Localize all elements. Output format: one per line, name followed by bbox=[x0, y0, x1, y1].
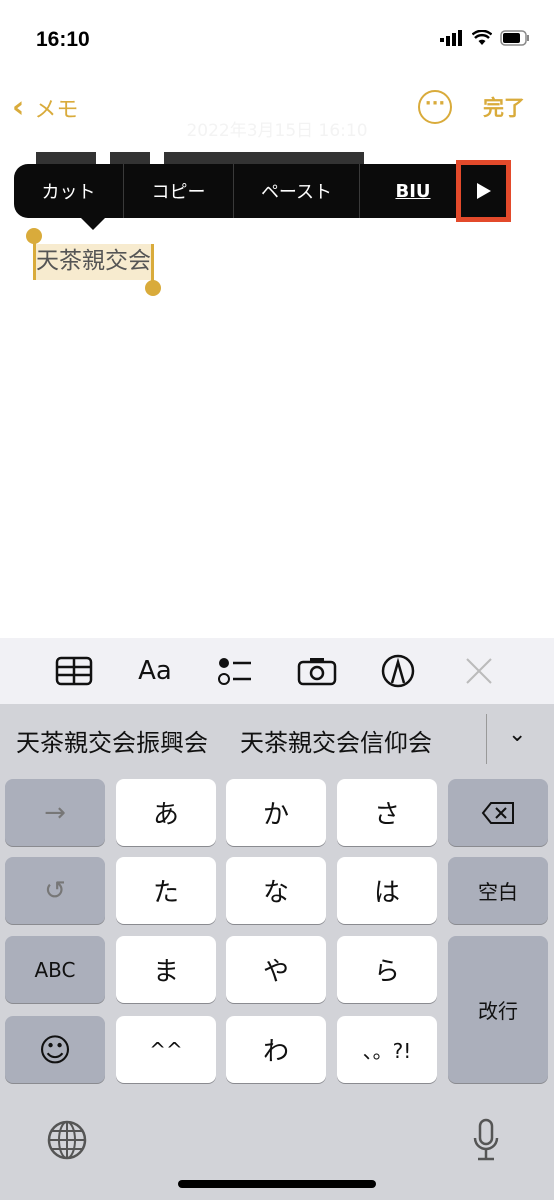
table-icon[interactable] bbox=[54, 651, 94, 691]
home-indicator[interactable] bbox=[178, 1180, 376, 1188]
paste-menu-item[interactable]: ペースト bbox=[234, 164, 360, 218]
backspace-icon bbox=[481, 801, 514, 824]
candidate-item[interactable]: 天茶親交会信仰会 bbox=[240, 723, 432, 758]
checklist-icon[interactable] bbox=[216, 651, 256, 691]
backspace-key[interactable] bbox=[448, 779, 548, 846]
edit-menu: カット コピー ペースト BIU bbox=[14, 164, 466, 218]
notes-toolbar: Aa bbox=[0, 638, 554, 704]
key-sa[interactable]: さ bbox=[337, 779, 437, 846]
selected-text[interactable]: 天茶親交会 bbox=[34, 244, 153, 280]
space-key[interactable]: 空白 bbox=[448, 857, 548, 924]
microphone-icon[interactable] bbox=[472, 1118, 500, 1162]
key-a[interactable]: あ bbox=[116, 779, 216, 846]
key-ya[interactable]: や bbox=[226, 936, 326, 1003]
key-next-arrow[interactable]: → bbox=[5, 779, 105, 846]
emoji-key[interactable]: ☺ bbox=[5, 1016, 105, 1083]
chevron-down-icon[interactable]: ⌄ bbox=[508, 722, 526, 747]
selection-handle-end-knob[interactable] bbox=[145, 280, 161, 296]
key-ma[interactable]: ま bbox=[116, 936, 216, 1003]
markup-pen-icon[interactable] bbox=[378, 651, 418, 691]
format-text-icon[interactable]: Aa bbox=[135, 651, 175, 691]
candidate-bar: 天茶親交会振興会 天茶親交会信仰会 ⌄ bbox=[0, 704, 554, 776]
play-triangle-icon bbox=[476, 183, 491, 199]
key-na[interactable]: な bbox=[226, 857, 326, 924]
key-wa[interactable]: わ bbox=[226, 1016, 326, 1083]
copy-menu-item[interactable]: コピー bbox=[124, 164, 234, 218]
camera-icon[interactable] bbox=[297, 651, 337, 691]
menu-more-button[interactable] bbox=[456, 160, 511, 222]
status-time: 16:10 bbox=[36, 28, 90, 51]
menu-pointer bbox=[80, 217, 106, 230]
wifi-icon bbox=[472, 30, 492, 45]
abc-key[interactable]: ABC bbox=[5, 936, 105, 1003]
format-biu-menu-item[interactable]: BIU bbox=[360, 164, 466, 218]
key-ha[interactable]: は bbox=[337, 857, 437, 924]
undo-key[interactable]: ↺ bbox=[5, 857, 105, 924]
battery-icon bbox=[500, 30, 529, 46]
ellipsis-circle-icon: ··· bbox=[424, 93, 446, 114]
key-kaomoji[interactable]: ^^ bbox=[116, 1016, 216, 1083]
key-punctuation[interactable]: 、。?! bbox=[337, 1016, 437, 1083]
note-date: 2022年3月15日 16:10 bbox=[186, 121, 368, 141]
key-ra[interactable]: ら bbox=[337, 936, 437, 1003]
selection-handle-start-knob[interactable] bbox=[26, 228, 42, 244]
key-ta[interactable]: た bbox=[116, 857, 216, 924]
key-ka[interactable]: か bbox=[226, 779, 326, 846]
status-bar: 16:10 bbox=[0, 0, 554, 80]
close-icon[interactable] bbox=[459, 651, 499, 691]
candidate-item[interactable]: 天茶親交会振興会 bbox=[16, 723, 208, 758]
globe-icon[interactable] bbox=[47, 1120, 87, 1160]
return-key[interactable]: 改行 bbox=[448, 936, 548, 1083]
cut-menu-item[interactable]: カット bbox=[14, 164, 124, 218]
signal-icon bbox=[440, 30, 462, 46]
